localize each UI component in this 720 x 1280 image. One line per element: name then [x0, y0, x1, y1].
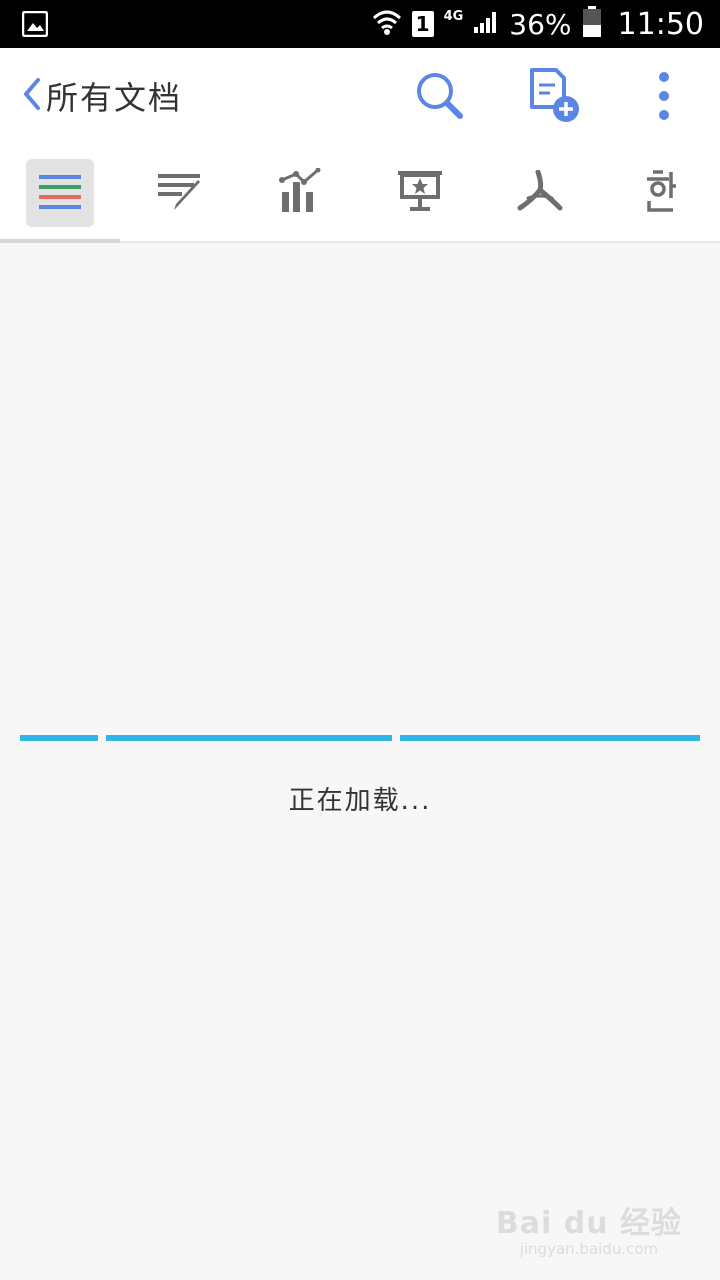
text-pen-icon — [156, 170, 204, 216]
more-options-button[interactable] — [634, 68, 694, 128]
loading-progress-segment — [106, 735, 392, 741]
new-document-button[interactable] — [524, 68, 584, 128]
tab-all[interactable] — [0, 144, 120, 243]
tab-spreadsheet[interactable] — [240, 144, 360, 241]
back-chevron-icon — [22, 77, 42, 115]
signal-icon — [473, 10, 499, 38]
pdf-icon — [516, 169, 564, 216]
baidu-jingyan-watermark: Bai du 经验 jingyan.baidu.com — [496, 1198, 682, 1258]
tab-pdf[interactable] — [480, 144, 600, 241]
back-button[interactable]: 所有文档 — [22, 72, 182, 120]
selected-tab-indicator — [0, 239, 120, 243]
tab-document[interactable] — [120, 144, 240, 241]
watermark-logo-text: Bai du 经验 — [495, 1206, 682, 1241]
loading-text: 正在加载... — [288, 786, 432, 816]
battery-percent: 36% — [509, 7, 572, 41]
tab-hwp[interactable] — [600, 144, 720, 241]
document-type-tabs — [0, 144, 720, 243]
search-button[interactable] — [410, 68, 470, 128]
page-title: 所有文档 — [46, 79, 183, 117]
list-lines-icon — [39, 173, 81, 213]
sim-slot-badge: 1 — [411, 11, 434, 37]
wifi-icon — [372, 8, 402, 40]
status-bar: 1 4G 36% 11:50 — [0, 0, 720, 48]
new-document-icon — [526, 67, 582, 129]
watermark-url: jingyan.baidu.com — [519, 1240, 659, 1258]
loading-progress-segment — [20, 735, 98, 741]
search-icon — [414, 70, 466, 126]
loading-progress-segment — [400, 735, 700, 741]
tab-selected-highlight — [26, 158, 94, 227]
gallery-notification-icon — [21, 10, 49, 41]
network-type-label: 4G — [443, 8, 464, 24]
tab-presentation[interactable] — [360, 144, 480, 241]
chart-bars-icon — [278, 167, 322, 218]
clock: 11:50 — [617, 6, 704, 42]
presentation-star-icon — [396, 169, 444, 217]
hangul-icon — [643, 168, 677, 218]
battery-icon — [582, 6, 602, 42]
more-vert-icon — [657, 71, 671, 125]
app-bar: 所有文档 — [0, 48, 720, 144]
